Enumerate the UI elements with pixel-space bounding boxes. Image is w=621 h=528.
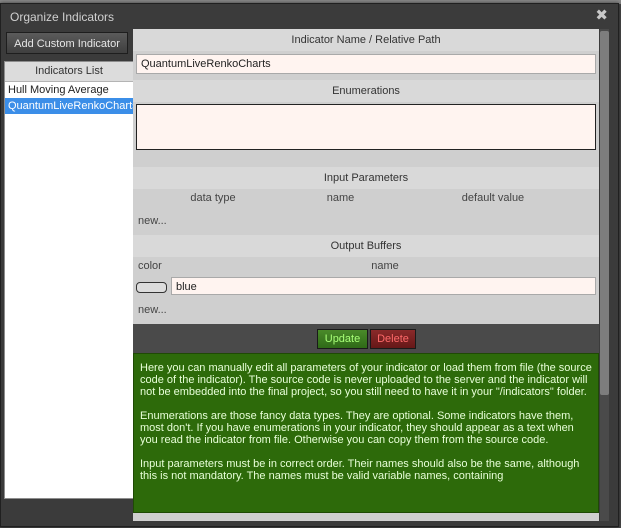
add-custom-indicator-button[interactable]: Add Custom Indicator (6, 32, 128, 54)
column-header: name (326, 192, 355, 204)
indicator-editor: Indicator Name / Relative Path QuantumLi… (133, 29, 599, 521)
column-header: color (138, 260, 162, 272)
name-section: Indicator Name / Relative Path QuantumLi… (133, 29, 599, 80)
input-parameters-section: Input Parameters data type name default … (133, 167, 599, 235)
scrollbar-thumb[interactable] (600, 31, 609, 395)
section-header: Indicator Name / Relative Path (133, 29, 599, 51)
list-item-selected[interactable]: QuantumLiveRenkoCharts (5, 98, 133, 114)
column-header: data type (190, 192, 236, 204)
section-header: Output Buffers (133, 235, 599, 257)
list-item[interactable]: Hull Moving Average (5, 82, 133, 98)
buffer-color-swatch[interactable] (136, 282, 167, 293)
buffer-name-input[interactable]: blue (171, 277, 596, 295)
help-paragraph: Here you can manually edit all parameter… (140, 362, 592, 398)
indicators-list-header: Indicators List (5, 62, 133, 82)
help-text-panel: Here you can manually edit all parameter… (133, 353, 599, 513)
help-paragraph: Input parameters must be in correct orde… (140, 458, 580, 482)
help-paragraph: Enumerations are those fancy data types.… (140, 410, 574, 446)
input-columns-header: data type name default value (133, 189, 599, 207)
section-header: Enumerations (133, 80, 599, 102)
action-bar: Update Delete (133, 324, 599, 353)
delete-button[interactable]: Delete (370, 329, 416, 349)
dialog-title: Organize Indicators (10, 10, 115, 24)
indicators-list-panel: Indicators List Hull Moving Average Quan… (4, 61, 134, 499)
update-button[interactable]: Update (317, 329, 368, 349)
new-output-buffer-link[interactable]: new... (133, 301, 167, 319)
new-input-parameter-link[interactable]: new... (133, 212, 599, 230)
close-icon[interactable]: ✖ (595, 8, 608, 24)
title-bar[interactable]: Organize Indicators ✖ (1, 4, 618, 30)
enumerations-section: Enumerations (133, 80, 599, 167)
column-header: default value (461, 192, 525, 204)
column-header: name (371, 260, 399, 272)
section-header: Input Parameters (133, 167, 599, 189)
output-columns-header: color name (133, 257, 599, 275)
output-buffers-section: Output Buffers color name blue new... (133, 235, 599, 324)
indicator-name-input[interactable]: QuantumLiveRenkoCharts (136, 54, 596, 74)
enumerations-textarea[interactable] (136, 104, 596, 150)
